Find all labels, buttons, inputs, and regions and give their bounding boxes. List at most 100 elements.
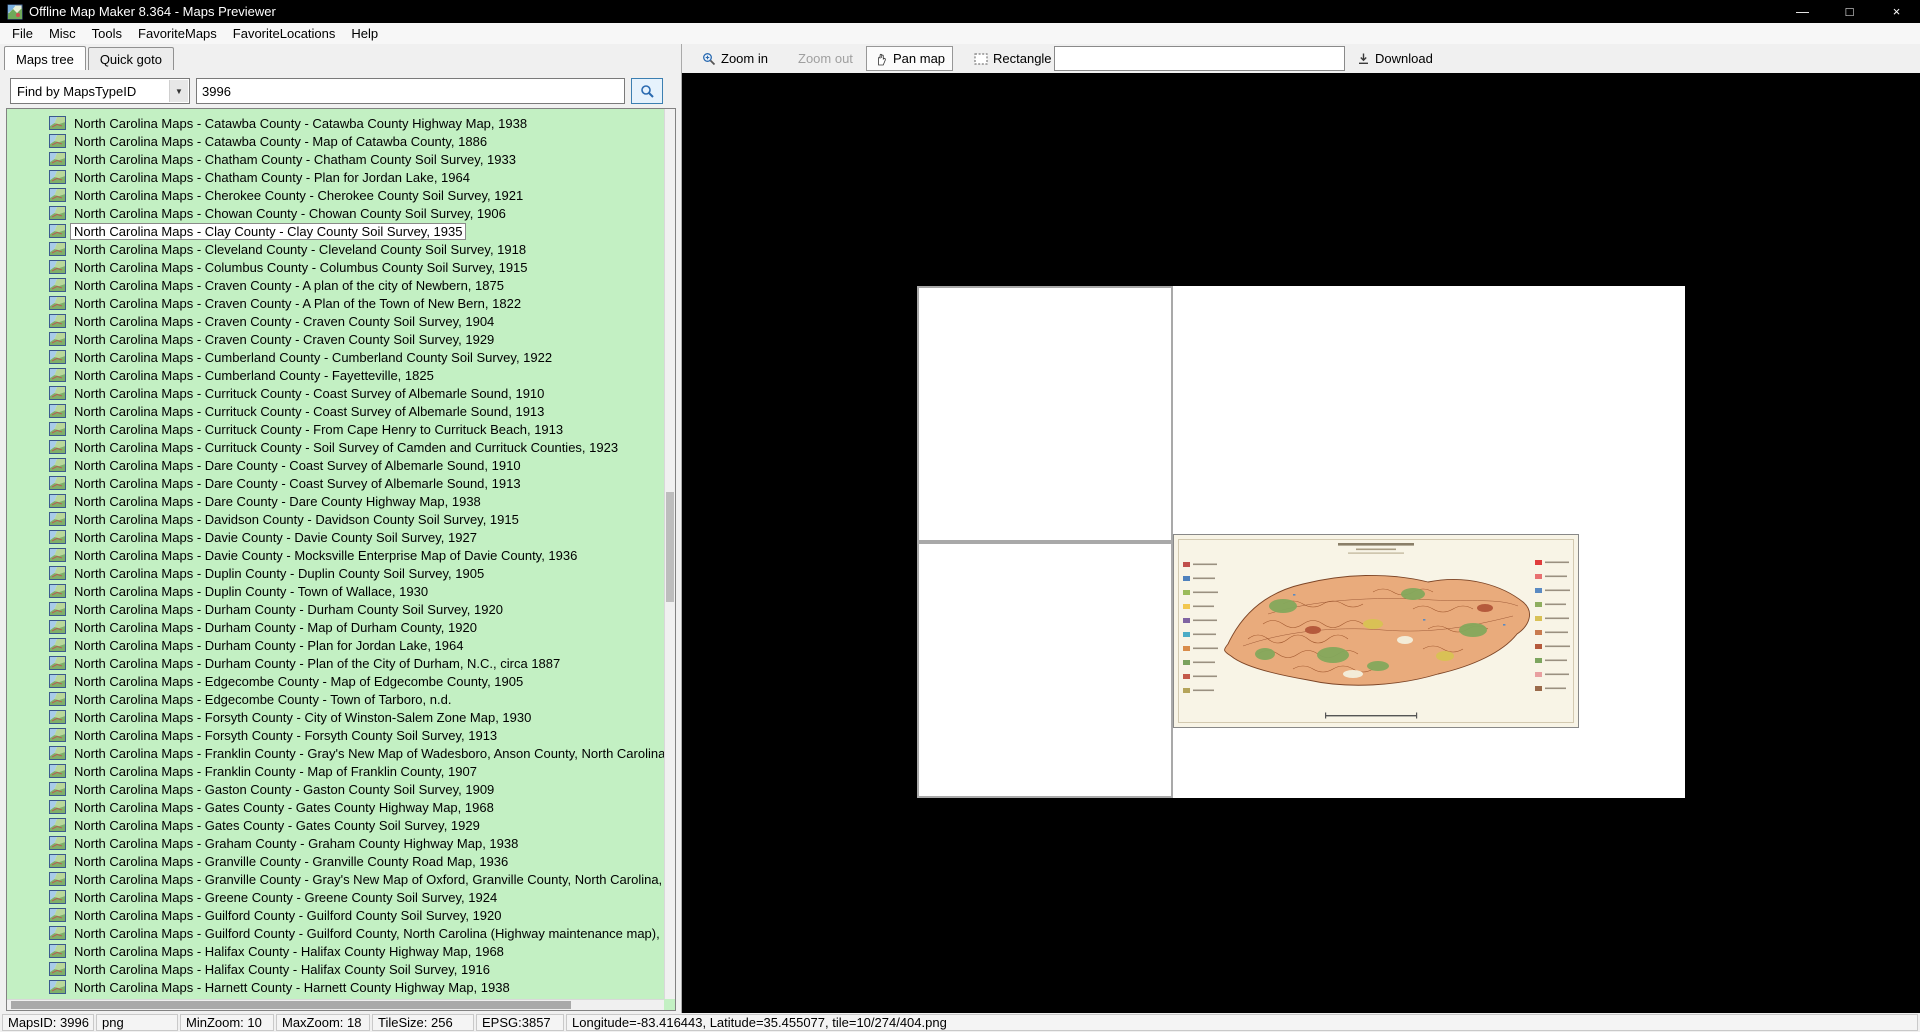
minimize-button[interactable]: — [1779, 0, 1826, 23]
status-epsg: EPSG:3857 [476, 1014, 564, 1031]
search-row: Find by MapsTypeID ▼ [0, 74, 681, 108]
horizontal-scrollbar-thumb[interactable] [11, 1001, 571, 1009]
map-icon [49, 242, 66, 256]
tree-item[interactable]: North Carolina Maps - Guilford County - … [49, 924, 664, 942]
rectangle-button[interactable]: Rectangle [966, 46, 1060, 71]
close-button[interactable]: × [1873, 0, 1920, 23]
map-icon [49, 980, 66, 994]
map-icon [49, 584, 66, 598]
search-input[interactable] [196, 78, 625, 104]
tree-item[interactable]: North Carolina Maps - Davidson County - … [49, 510, 664, 528]
zoom-in-button[interactable]: Zoom in [694, 46, 776, 71]
tree-item[interactable]: North Carolina Maps - Gates County - Gat… [49, 798, 664, 816]
tree-item[interactable]: North Carolina Maps - Dare County - Coas… [49, 456, 664, 474]
tree-item[interactable]: North Carolina Maps - Franklin County - … [49, 744, 664, 762]
toolbar-coordinates-input[interactable] [1054, 46, 1345, 71]
tree-item[interactable]: North Carolina Maps - Craven County - A … [49, 294, 664, 312]
chevron-down-icon[interactable]: ▼ [169, 80, 188, 102]
tree-item[interactable]: North Carolina Maps - Cherokee County - … [49, 186, 664, 204]
tree-item[interactable]: North Carolina Maps - Chatham County - P… [49, 168, 664, 186]
status-position: Longitude=-83.416443, Latitude=35.455077… [566, 1014, 1918, 1031]
tab-maps-tree[interactable]: Maps tree [4, 46, 86, 70]
tree-item[interactable]: North Carolina Maps - Halifax County - H… [49, 942, 664, 960]
map-icon [49, 710, 66, 724]
map-preview-image [1173, 534, 1579, 728]
tree-item[interactable]: North Carolina Maps - Columbus County - … [49, 258, 664, 276]
tab-quick-goto[interactable]: Quick goto [87, 47, 174, 70]
map-icon [49, 638, 66, 652]
tree-item[interactable]: North Carolina Maps - Cleveland County -… [49, 240, 664, 258]
tree-item[interactable]: North Carolina Maps - Chowan County - Ch… [49, 204, 664, 222]
tree-item[interactable]: North Carolina Maps - Craven County - A … [49, 276, 664, 294]
tree-item[interactable]: North Carolina Maps - Halifax County - H… [49, 960, 664, 978]
tree-item[interactable]: North Carolina Maps - Edgecombe County -… [49, 690, 664, 708]
tree-item[interactable]: North Carolina Maps - Clay County - Clay… [49, 222, 664, 240]
tree-item[interactable]: North Carolina Maps - Duplin County - To… [49, 582, 664, 600]
tree-item[interactable]: North Carolina Maps - Granville County -… [49, 870, 664, 888]
map-icon [49, 746, 66, 760]
tree-item[interactable]: North Carolina Maps - Durham County - Du… [49, 600, 664, 618]
download-button[interactable]: Download [1349, 46, 1441, 71]
tree-item[interactable]: North Carolina Maps - Dare County - Coas… [49, 474, 664, 492]
menu-help[interactable]: Help [343, 24, 386, 43]
tree-item[interactable]: North Carolina Maps - Currituck County -… [49, 438, 664, 456]
map-icon [49, 620, 66, 634]
map-icon [49, 764, 66, 778]
tree-item[interactable]: North Carolina Maps - Graham County - Gr… [49, 834, 664, 852]
maximize-button[interactable]: □ [1826, 0, 1873, 23]
tree-item[interactable]: North Carolina Maps - Edgecombe County -… [49, 672, 664, 690]
tree-item[interactable]: North Carolina Maps - Gaston County - Ga… [49, 780, 664, 798]
tree-item[interactable]: North Carolina Maps - Franklin County - … [49, 762, 664, 780]
tree-item[interactable]: North Carolina Maps - Cumberland County … [49, 348, 664, 366]
menu-tools[interactable]: Tools [84, 24, 130, 43]
tree-item[interactable]: North Carolina Maps - Davie County - Moc… [49, 546, 664, 564]
map-icon [49, 494, 66, 508]
tree-item[interactable]: North Carolina Maps - Currituck County -… [49, 420, 664, 438]
search-button[interactable] [631, 78, 663, 104]
menu-favoritemaps[interactable]: FavoriteMaps [130, 24, 225, 43]
tree-item[interactable]: North Carolina Maps - Harnett County - H… [49, 978, 664, 996]
tree-item-label: North Carolina Maps - Gaston County - Ga… [74, 781, 495, 797]
tree-item[interactable]: North Carolina Maps - Currituck County -… [49, 384, 664, 402]
zoom-out-button[interactable]: Zoom out [790, 46, 861, 71]
map-icon [49, 476, 66, 490]
tree-item[interactable]: North Carolina Maps - Dare County - Dare… [49, 492, 664, 510]
tree-item[interactable]: North Carolina Maps - Forsyth County - F… [49, 726, 664, 744]
map-viewer[interactable] [682, 73, 1920, 1013]
tree-item[interactable]: North Carolina Maps - Currituck County -… [49, 402, 664, 420]
tree-item[interactable]: North Carolina Maps - Granville County -… [49, 852, 664, 870]
tree-item[interactable]: North Carolina Maps - Gates County - Gat… [49, 816, 664, 834]
map-icon [49, 602, 66, 616]
tree-item[interactable]: North Carolina Maps - Forsyth County - C… [49, 708, 664, 726]
tree-item[interactable]: North Carolina Maps - Durham County - Pl… [49, 636, 664, 654]
tree-item[interactable]: North Carolina Maps - Craven County - Cr… [49, 330, 664, 348]
pan-map-button[interactable]: Pan map [866, 46, 954, 71]
tree-item[interactable]: North Carolina Maps - Catawba County - C… [49, 114, 664, 132]
tree-item[interactable]: North Carolina Maps - Cumberland County … [49, 366, 664, 384]
tree-horizontal-scrollbar[interactable] [7, 999, 664, 1010]
map-icon [49, 296, 66, 310]
tree-item-label: North Carolina Maps - Forsyth County - C… [74, 709, 532, 725]
vertical-scrollbar-thumb[interactable] [666, 492, 674, 602]
map-icon [49, 332, 66, 346]
tree-item[interactable]: North Carolina Maps - Catawba County - M… [49, 132, 664, 150]
tree-item[interactable]: North Carolina Maps - Durham County - Pl… [49, 654, 664, 672]
status-tile-size: TileSize: 256 [372, 1014, 474, 1031]
menu-file[interactable]: File [4, 24, 41, 43]
tree-item-label: North Carolina Maps - Guilford County - … [74, 925, 664, 941]
tree-item-label: North Carolina Maps - Currituck County -… [74, 439, 619, 455]
tree-item-label: North Carolina Maps - Clay County - Clay… [69, 222, 467, 240]
menu-misc[interactable]: Misc [41, 24, 84, 43]
pan-map-label: Pan map [893, 51, 946, 66]
tree-item[interactable]: North Carolina Maps - Guilford County - … [49, 906, 664, 924]
tree-vertical-scrollbar[interactable] [664, 109, 675, 999]
tree-item[interactable]: North Carolina Maps - Duplin County - Du… [49, 564, 664, 582]
tree-item[interactable]: North Carolina Maps - Davie County - Dav… [49, 528, 664, 546]
menu-favoritelocations[interactable]: FavoriteLocations [225, 24, 344, 43]
tree-item[interactable]: North Carolina Maps - Durham County - Ma… [49, 618, 664, 636]
tree-item[interactable]: North Carolina Maps - Craven County - Cr… [49, 312, 664, 330]
tree-item[interactable]: North Carolina Maps - Greene County - Gr… [49, 888, 664, 906]
tree-item[interactable]: North Carolina Maps - Chatham County - C… [49, 150, 664, 168]
rectangle-label: Rectangle [993, 51, 1052, 66]
find-by-dropdown[interactable]: Find by MapsTypeID ▼ [10, 78, 190, 104]
